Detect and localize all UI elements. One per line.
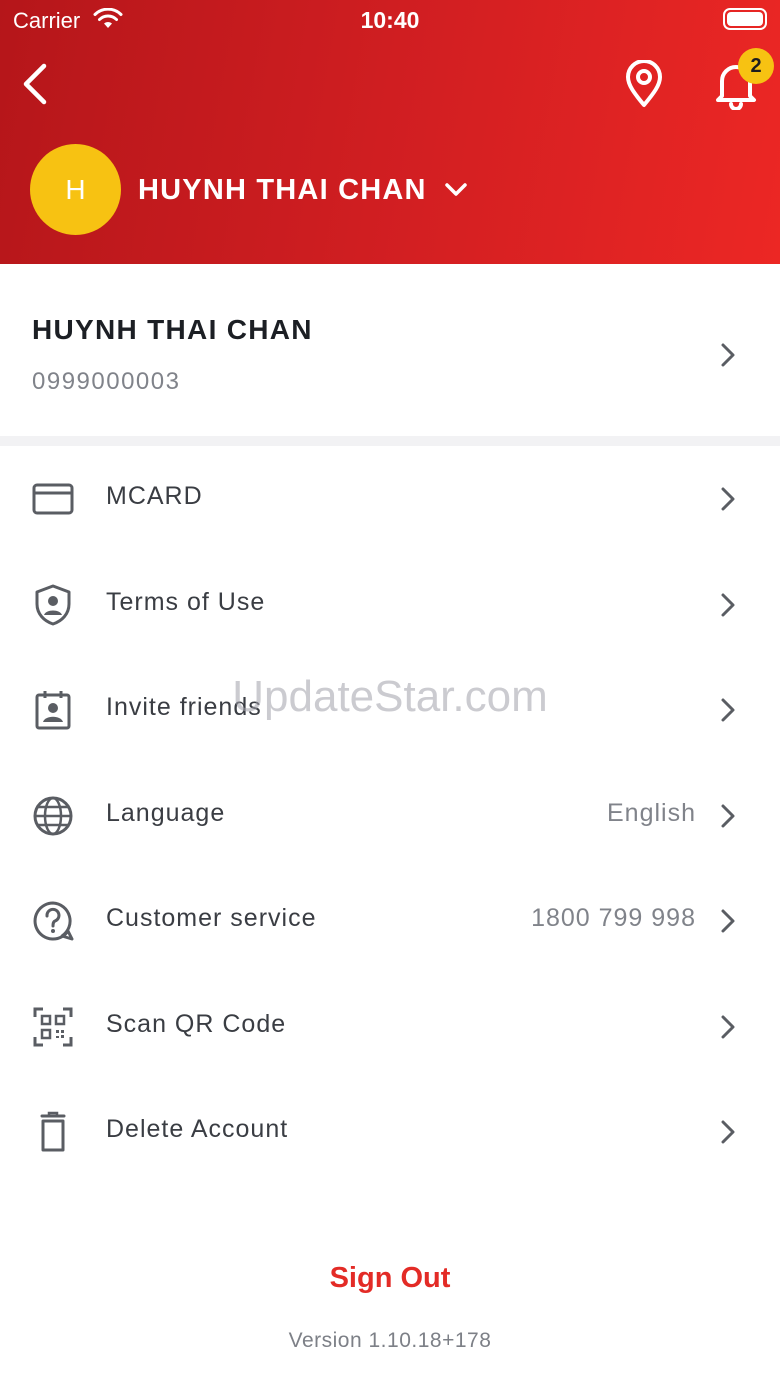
menu-item-language[interactable]: Language English (0, 763, 780, 869)
menu-item-label: Customer service (106, 904, 317, 932)
menu-item-label: Scan QR Code (106, 1009, 287, 1038)
store-location-button[interactable] (624, 59, 664, 108)
globe-icon (33, 796, 73, 835)
menu-item-value: English (607, 798, 696, 827)
chevron-right-icon (721, 343, 735, 367)
app-version: Version 1.10.18+178 (288, 1329, 492, 1352)
menu-item-delete-account[interactable]: Delete Account (0, 1079, 780, 1185)
settings-menu: MCARD Terms of Use Invite friends Langua… (0, 446, 780, 1185)
menu-item-label: MCARD (106, 482, 203, 510)
chevron-down-icon (444, 183, 467, 196)
menu-item-mcard[interactable]: MCARD (0, 446, 780, 552)
chevron-right-icon (721, 1015, 735, 1038)
menu-item-label: Invite friends (106, 693, 262, 721)
status-clock: 10:40 (360, 7, 420, 33)
qr-code-icon (33, 1007, 73, 1046)
back-icon (23, 63, 47, 105)
app-header: Carrier 10:40 2 H HUYNH THAI CHAN (0, 0, 780, 264)
avatar: H (30, 144, 121, 235)
notification-badge: 2 (738, 48, 774, 84)
chevron-right-icon (721, 593, 735, 616)
back-button[interactable] (18, 62, 52, 106)
help-chat-icon (33, 901, 74, 941)
profile-card[interactable]: HUYNH THAI CHAN 0999000003 (0, 264, 780, 446)
chevron-right-icon (721, 698, 735, 722)
chevron-right-icon (721, 1120, 735, 1144)
chevron-right-icon (721, 804, 735, 827)
chevron-right-icon (721, 487, 735, 511)
battery-icon (723, 8, 767, 30)
account-switcher[interactable]: HUYNH THAI CHAN (138, 170, 467, 210)
menu-item-label: Terms of Use (106, 587, 266, 616)
menu-item-terms[interactable]: Terms of Use (0, 552, 780, 658)
menu-item-scan-qr[interactable]: Scan QR Code (0, 974, 780, 1080)
trash-icon (40, 1111, 66, 1152)
account-name: HUYNH THAI CHAN (138, 173, 427, 206)
chevron-right-icon (721, 909, 735, 933)
status-bar: Carrier 10:40 (0, 0, 780, 40)
menu-item-label: Delete Account (106, 1115, 289, 1143)
sign-out-button[interactable]: Sign Out (0, 1262, 780, 1295)
menu-item-invite-friends[interactable]: Invite friends (0, 657, 780, 763)
location-pin-icon (626, 59, 662, 107)
menu-item-customer-service[interactable]: Customer service 1800 799 998 (0, 868, 780, 974)
profile-phone: 0999000003 (32, 368, 181, 395)
menu-item-label: Language (106, 798, 226, 827)
shield-user-icon (35, 584, 71, 625)
contact-calendar-icon (35, 691, 71, 730)
menu-item-value: 1800 799 998 (531, 904, 696, 932)
card-icon (32, 483, 74, 515)
profile-name: HUYNH THAI CHAN (32, 314, 313, 345)
